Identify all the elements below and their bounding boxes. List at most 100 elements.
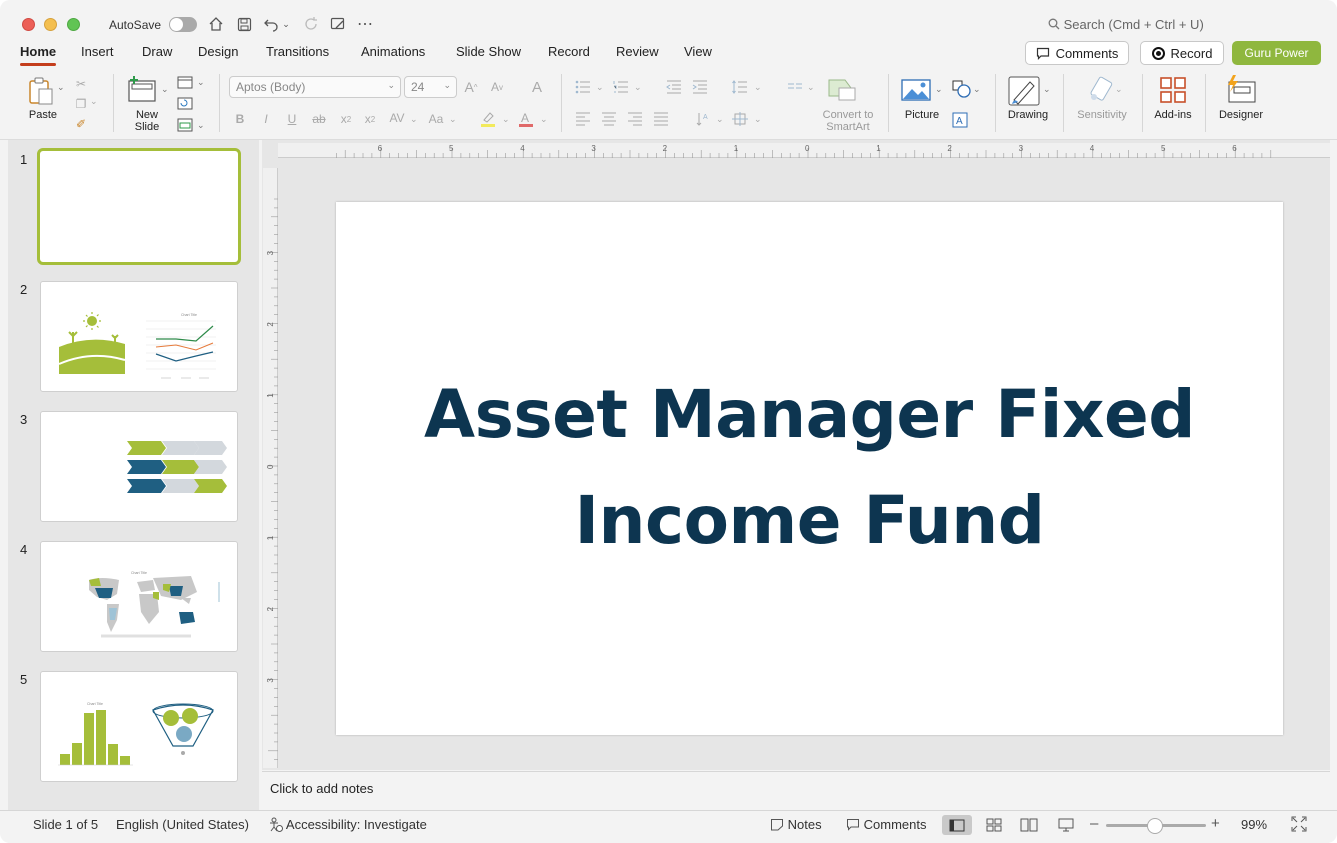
slide-thumbnail-1[interactable] — [37, 148, 241, 265]
highlight-dropdown-icon[interactable]: ⌄ — [502, 114, 510, 125]
shapes-dropdown-icon[interactable]: ⌄ — [973, 84, 981, 95]
numbering-icon[interactable] — [612, 79, 630, 95]
add-ins-icon[interactable] — [1158, 75, 1188, 105]
section-icon[interactable] — [176, 117, 194, 133]
clear-formatting-icon[interactable]: A — [528, 78, 546, 96]
change-case-dropdown-icon[interactable]: ⌄ — [449, 114, 457, 125]
picture-dropdown-icon[interactable]: ⌄ — [935, 84, 943, 95]
undo-dropdown-icon[interactable]: ⌄ — [280, 14, 292, 34]
align-center-icon[interactable] — [600, 111, 618, 127]
underline-icon[interactable]: U — [285, 111, 299, 127]
normal-view-button[interactable] — [942, 815, 972, 835]
notes-pane[interactable]: Click to add notes — [262, 771, 1330, 809]
character-spacing-icon[interactable]: AV — [386, 110, 408, 126]
zoom-in-button[interactable]: + — [1211, 815, 1220, 832]
undo-icon[interactable] — [261, 14, 281, 34]
slide-thumbnails-panel[interactable]: 1 2 Chart Title 3 4 Chart Title 5 Chart … — [8, 140, 259, 810]
new-slide-dropdown-icon[interactable]: ⌄ — [161, 84, 169, 95]
present-icon[interactable] — [328, 14, 348, 34]
comments-toggle[interactable]: Comments — [846, 817, 926, 832]
format-painter-icon[interactable]: ✐ — [72, 116, 90, 132]
highlight-icon[interactable] — [479, 110, 497, 128]
tab-insert[interactable]: Insert — [81, 44, 114, 59]
paste-icon[interactable] — [24, 75, 58, 107]
new-slide-icon[interactable] — [126, 74, 158, 104]
autosave-toggle[interactable] — [169, 17, 197, 32]
reading-view-button[interactable] — [1014, 815, 1044, 835]
slide-canvas[interactable]: Asset Manager Fixed Income Fund — [336, 202, 1283, 735]
fit-slide-button[interactable] — [1291, 816, 1307, 835]
close-window-button[interactable] — [22, 18, 35, 31]
align-left-icon[interactable] — [574, 111, 592, 127]
layout-icon[interactable] — [176, 74, 194, 90]
zoom-out-button[interactable]: – — [1090, 815, 1098, 832]
more-options-icon[interactable]: ⋯ — [355, 14, 375, 34]
reset-icon[interactable] — [176, 95, 194, 111]
font-size-select[interactable]: 24 ⌄ — [404, 76, 457, 98]
align-text-icon[interactable] — [731, 111, 749, 127]
increase-font-size-icon[interactable]: A ^ — [463, 78, 479, 96]
search-box[interactable]: Search (Cmd + Ctrl + U) — [1048, 17, 1204, 32]
line-spacing-icon[interactable] — [731, 79, 749, 95]
bullets-dropdown-icon[interactable]: ⌄ — [596, 82, 604, 93]
shapes-icon[interactable] — [951, 79, 973, 99]
bold-icon[interactable]: B — [233, 111, 247, 127]
home-icon[interactable] — [206, 14, 226, 34]
copy-dropdown-icon[interactable]: ⌄ — [90, 96, 98, 107]
drawing-dropdown-icon[interactable]: ⌄ — [1043, 84, 1051, 95]
slide-show-view-button[interactable] — [1051, 815, 1081, 835]
tab-view[interactable]: View — [684, 44, 712, 59]
sensitivity-dropdown-icon[interactable]: ⌄ — [1115, 84, 1123, 95]
cut-icon[interactable]: ✂ — [72, 76, 90, 92]
notes-toggle[interactable]: Notes — [770, 817, 822, 832]
tab-record[interactable]: Record — [548, 44, 590, 59]
align-right-icon[interactable] — [626, 111, 644, 127]
copy-icon[interactable]: ❐ — [72, 96, 90, 112]
decrease-indent-icon[interactable] — [665, 79, 683, 95]
slide-sorter-view-button[interactable] — [979, 815, 1009, 835]
layout-dropdown-icon[interactable]: ⌄ — [197, 77, 205, 88]
font-name-select[interactable]: Aptos (Body) ⌄ — [229, 76, 401, 98]
tab-design[interactable]: Design — [198, 44, 238, 59]
sensitivity-icon[interactable] — [1086, 75, 1114, 103]
accessibility-status[interactable]: Accessibility: Investigate — [268, 817, 427, 832]
zoom-level[interactable]: 99% — [1241, 817, 1267, 832]
section-dropdown-icon[interactable]: ⌄ — [197, 120, 205, 131]
record-button[interactable]: Record — [1140, 41, 1224, 65]
superscript-icon[interactable]: x2 — [338, 111, 354, 127]
text-direction-icon[interactable]: A — [694, 111, 712, 127]
zoom-window-button[interactable] — [67, 18, 80, 31]
subscript-icon[interactable]: x2 — [362, 111, 378, 127]
picture-icon[interactable] — [901, 77, 931, 103]
language-status[interactable]: English (United States) — [116, 817, 249, 832]
character-spacing-dropdown-icon[interactable]: ⌄ — [410, 114, 418, 125]
smartart-icon[interactable] — [827, 76, 857, 102]
tab-animations[interactable]: Animations — [361, 44, 425, 59]
redo-icon[interactable] — [301, 14, 321, 34]
zoom-slider-handle[interactable] — [1147, 818, 1163, 834]
text-direction-dropdown-icon[interactable]: ⌄ — [716, 114, 724, 125]
slide-thumbnail-3[interactable] — [40, 411, 238, 522]
numbering-dropdown-icon[interactable]: ⌄ — [634, 82, 642, 93]
tab-home[interactable]: Home — [20, 44, 57, 66]
tab-review[interactable]: Review — [616, 44, 659, 59]
justify-icon[interactable] — [652, 111, 670, 127]
slide-title[interactable]: Asset Manager Fixed Income Fund — [376, 362, 1243, 574]
drawing-icon[interactable] — [1007, 75, 1041, 107]
columns-icon[interactable] — [786, 79, 804, 95]
paste-dropdown-icon[interactable]: ⌄ — [57, 82, 65, 93]
comments-button[interactable]: Comments — [1025, 41, 1129, 65]
font-color-icon[interactable]: A — [517, 110, 535, 128]
line-spacing-dropdown-icon[interactable]: ⌄ — [754, 82, 762, 93]
italic-icon[interactable]: I — [259, 111, 273, 127]
bullets-icon[interactable] — [574, 79, 592, 95]
tab-draw[interactable]: Draw — [142, 44, 172, 59]
save-icon[interactable] — [234, 14, 254, 34]
tab-transitions[interactable]: Transitions — [266, 44, 329, 59]
columns-dropdown-icon[interactable]: ⌄ — [807, 82, 815, 93]
decrease-font-size-icon[interactable]: Av — [489, 78, 505, 96]
slide-thumbnail-5[interactable]: Chart Title — [40, 671, 238, 782]
font-color-dropdown-icon[interactable]: ⌄ — [540, 114, 548, 125]
minimize-window-button[interactable] — [44, 18, 57, 31]
designer-icon[interactable] — [1224, 73, 1258, 105]
